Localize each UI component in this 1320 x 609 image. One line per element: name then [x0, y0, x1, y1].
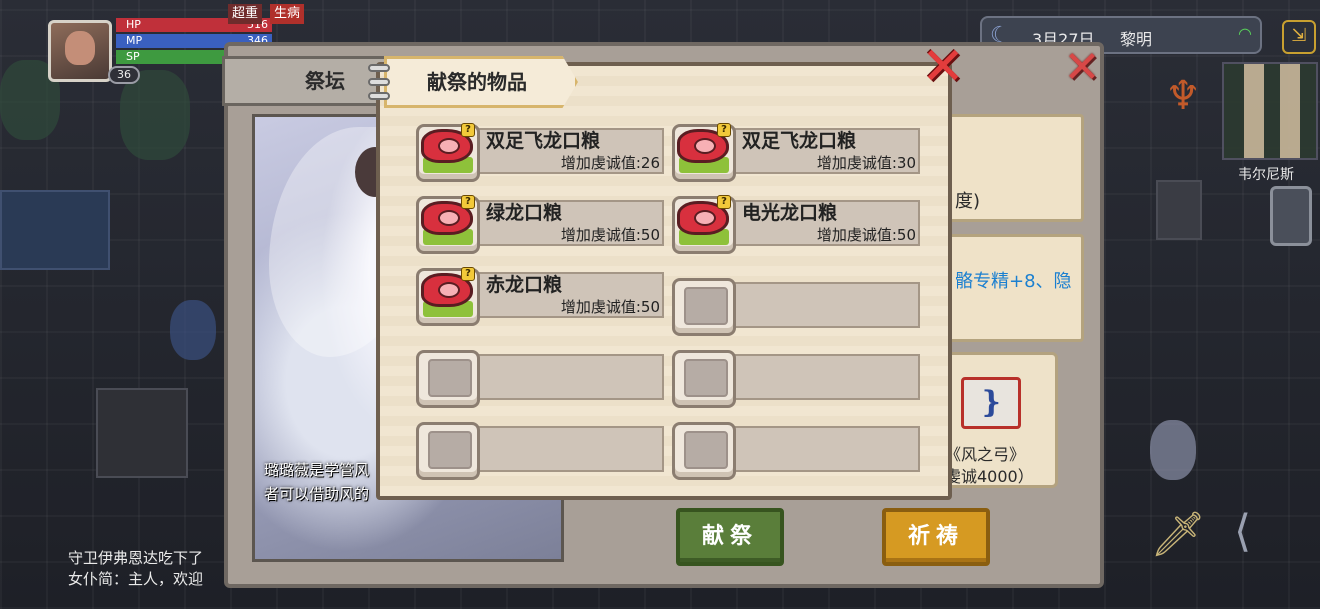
slot-item-name: 双足飞龙口粮 — [486, 130, 601, 152]
npc-sprite[interactable] — [1150, 420, 1196, 480]
guild-emblem-icon[interactable]: ♆ — [1152, 70, 1214, 122]
player-level: 36 — [108, 66, 140, 84]
bow-icon[interactable]: ⟨ — [1234, 506, 1251, 557]
slot-plate — [476, 354, 664, 400]
empty-slot-icon — [672, 278, 736, 336]
chat-line: 女仆简：主人，欢迎 — [68, 570, 204, 588]
empty-slot-icon — [672, 350, 736, 408]
slot-item-bonus: 增加虔诚值:50 — [560, 298, 660, 316]
pray-button[interactable]: 祈祷 — [882, 508, 990, 566]
blessing-info-box: 骼专精+8、隐 — [948, 234, 1084, 342]
tab-offering-items[interactable]: 献祭的物品 — [384, 56, 578, 108]
slot-item-name: 电光龙口粮 — [742, 202, 838, 224]
blessing-info-text: 骼专精+8、隐 — [955, 271, 1072, 292]
slot-item-name: 赤龙口粮 — [486, 274, 563, 296]
meat-ration-icon: ? — [416, 195, 480, 254]
binder-ring — [368, 64, 390, 72]
player-portrait[interactable] — [48, 20, 112, 82]
slot-item-bonus: 增加虔诚值:26 — [560, 154, 660, 172]
slot-plate — [476, 426, 664, 472]
stone-block — [1156, 180, 1202, 240]
time-of-day-text: 黎明 — [1120, 30, 1153, 49]
npc-sprite[interactable] — [170, 300, 216, 360]
empty-slot-icon — [416, 350, 480, 408]
chat-log: 守卫伊弗恩达吃下了 女仆简：主人，欢迎 — [68, 548, 203, 590]
offering-slot[interactable]: ? 绿龙口粮 增加虔诚值:50 — [416, 195, 666, 254]
slot-plate — [732, 426, 920, 472]
phone-icon[interactable] — [1270, 186, 1312, 246]
slot-item-name: 双足飞龙口粮 — [742, 130, 857, 152]
reward-name: 《风之弓》 — [945, 445, 1026, 464]
meat-ration-icon: ? — [416, 123, 480, 182]
empty-slot-icon — [416, 422, 480, 480]
close-icon[interactable]: ✕ — [920, 41, 966, 93]
offering-slot-empty[interactable] — [416, 350, 666, 408]
slot-item-bonus: 增加虔诚值:50 — [816, 226, 916, 244]
slot-plate — [732, 354, 920, 400]
offering-slot-empty[interactable] — [672, 350, 922, 408]
slot-item-name: 绿龙口粮 — [486, 202, 563, 224]
map-name: 韦尔尼斯 — [1238, 167, 1294, 183]
devotion-info-text: 度) — [955, 191, 981, 212]
offering-slot[interactable]: ? 双足飞龙口粮 增加虔诚值:26 — [416, 123, 666, 182]
chat-line: 守卫伊弗恩达吃下了 — [68, 549, 204, 567]
minimap[interactable] — [1222, 62, 1318, 160]
slot-item-bonus: 增加虔诚值:50 — [560, 226, 660, 244]
status-tag-overweight: 超重 — [228, 4, 263, 24]
mp-label: MP — [126, 34, 143, 47]
sword-icon[interactable]: 🗡 — [1150, 508, 1206, 560]
devotion-info-box: 度) — [948, 114, 1084, 222]
meat-ration-icon: ? — [416, 267, 480, 326]
meat-ration-icon: ? — [672, 195, 736, 254]
altar-close-icon[interactable]: ✕ — [1062, 46, 1102, 90]
slot-item-bonus: 增加虔诚值:30 — [816, 154, 916, 172]
slot-plate — [732, 282, 920, 328]
stone-block — [96, 388, 188, 478]
wifi-icon: ◠ — [1238, 24, 1252, 43]
exit-button[interactable]: ⇲ — [1282, 20, 1316, 54]
reward-requirement: 虔诚4000） — [945, 467, 1034, 486]
shelf — [0, 190, 110, 270]
offering-slot-empty[interactable] — [672, 278, 922, 336]
meat-ration-icon: ? — [672, 123, 736, 182]
sp-label: SP — [126, 50, 140, 63]
offering-slot-empty[interactable] — [672, 422, 922, 480]
status-tag-sick: 生病 — [270, 4, 305, 24]
offering-slot[interactable]: ? 电光龙口粮 增加虔诚值:50 — [672, 195, 922, 254]
empty-slot-icon — [672, 422, 736, 480]
binder-ring — [368, 92, 390, 100]
offering-slot[interactable]: ? 赤龙口粮 增加虔诚值:50 — [416, 267, 666, 326]
offering-slot-empty[interactable] — [416, 422, 666, 480]
offer-button[interactable]: 献祭 — [676, 508, 784, 566]
offering-slot[interactable]: ? 双足飞龙口粮 增加虔诚值:30 — [672, 123, 922, 182]
wind-bow-icon: ❵ — [961, 377, 1021, 429]
hp-label: HP — [126, 18, 141, 31]
binder-ring — [368, 78, 390, 86]
reward-card[interactable]: ❵ 《风之弓》 虔诚4000） — [940, 352, 1058, 488]
